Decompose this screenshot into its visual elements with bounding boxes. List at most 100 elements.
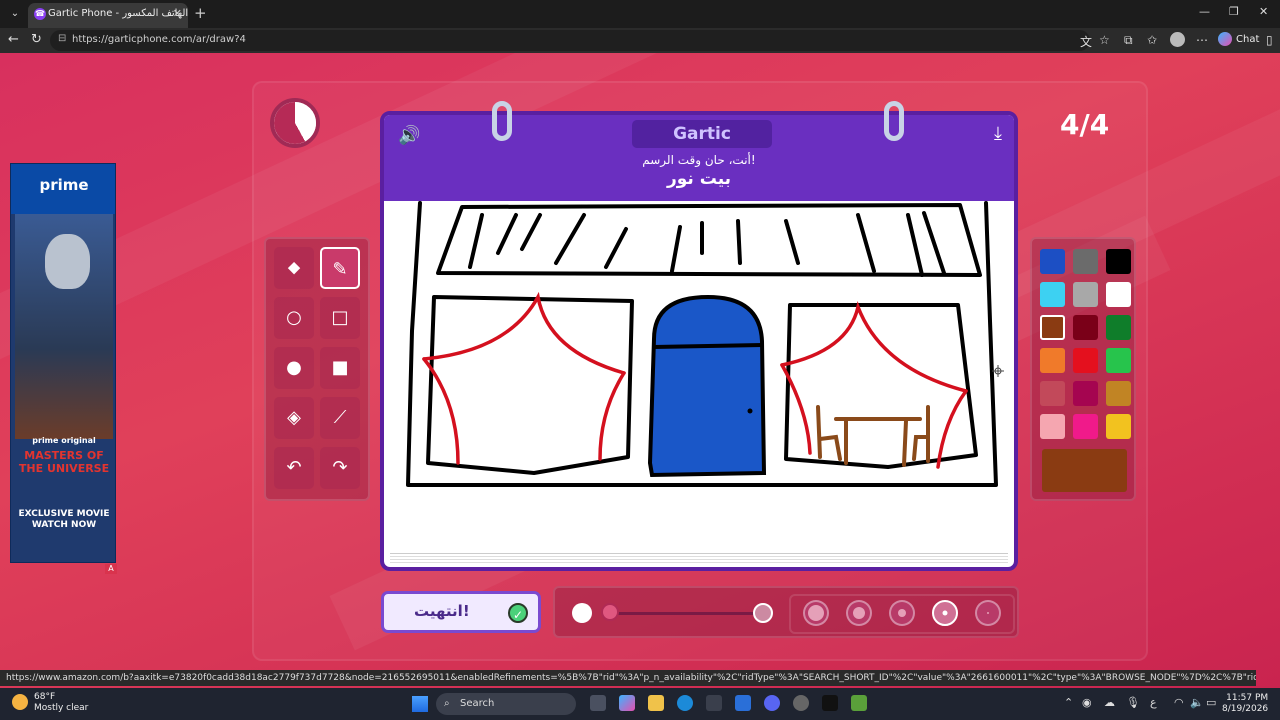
color-swatch[interactable] — [1040, 249, 1065, 274]
favorites-icon[interactable]: ✩ — [1147, 33, 1157, 47]
close-window-icon[interactable]: ✕ — [1259, 5, 1268, 18]
color-swatch[interactable] — [1040, 315, 1065, 340]
color-swatch[interactable] — [1040, 414, 1065, 439]
eraser-tool-icon[interactable]: ⬥ — [274, 247, 314, 289]
site-info-icon[interactable]: ⊟ — [58, 33, 66, 44]
store-icon[interactable] — [706, 695, 722, 711]
awning-stroke — [436, 203, 982, 277]
copilot-chat-button[interactable]: Chat — [1218, 32, 1259, 46]
tray-app-icon[interactable]: ◉ — [1082, 696, 1092, 709]
door-shape — [647, 294, 767, 478]
microphone-icon[interactable]: 🎙 — [1126, 696, 1140, 709]
fill-bucket-tool-icon[interactable]: ◈ — [274, 397, 314, 439]
color-swatch[interactable] — [1106, 414, 1131, 439]
download-icon[interactable]: ⤓ — [994, 123, 1002, 144]
ad-choices-badge[interactable]: A — [105, 564, 117, 574]
color-swatch[interactable] — [1040, 282, 1065, 307]
translate-icon[interactable]: 文 — [1080, 33, 1092, 50]
opacity-full-dot — [753, 603, 773, 623]
circle-filled-tool-icon[interactable]: ● — [274, 347, 314, 389]
color-swatch[interactable] — [1073, 414, 1098, 439]
windows-taskbar: 68°F Mostly clear ⌕ Search ⌃ ◉ ☁ 🎙 ع ◠ 🔈… — [0, 688, 1280, 720]
url-field[interactable]: ⊟ https://garticphone.com/ar/draw?4 — [50, 30, 1090, 51]
taskbar-search[interactable]: ⌕ Search — [436, 693, 576, 715]
system-clock[interactable]: 11:57 PM 8/19/2026 — [1222, 693, 1268, 715]
color-swatch[interactable] — [1106, 249, 1131, 274]
tray-chevron-icon[interactable]: ⌃ — [1064, 696, 1073, 709]
profile-avatar[interactable] — [1170, 32, 1185, 47]
color-swatch[interactable] — [1106, 282, 1131, 307]
maximize-icon[interactable]: ❐ — [1229, 5, 1239, 18]
undo-icon[interactable]: ↶ — [274, 447, 314, 489]
task-view-icon[interactable] — [590, 695, 606, 711]
volume-icon[interactable]: 🔊 — [398, 125, 420, 146]
extensions-icon[interactable]: ⧉ — [1124, 33, 1133, 48]
volume-tray-icon[interactable]: 🔈 — [1190, 696, 1204, 709]
refresh-icon[interactable]: ↻ — [31, 32, 42, 47]
edge-icon[interactable] — [677, 695, 693, 711]
done-button[interactable]: انتهيت! ✓ — [381, 591, 541, 633]
wifi-icon[interactable]: ◠ — [1174, 696, 1184, 709]
color-swatch[interactable] — [1040, 348, 1065, 373]
right-curtain-stroke — [780, 301, 968, 393]
left-curtain-stroke — [598, 371, 626, 461]
back-icon[interactable]: ← — [8, 32, 19, 47]
redo-icon[interactable]: ↷ — [320, 447, 360, 489]
capcut-icon[interactable] — [822, 695, 838, 711]
rectangle-filled-tool-icon[interactable]: ■ — [320, 347, 360, 389]
discord-icon[interactable] — [764, 695, 780, 711]
color-swatch[interactable] — [1106, 315, 1131, 340]
link-status-bar: https://www.amazon.com/b?aaxitk=e73820f0… — [0, 670, 1256, 686]
line-tool-icon[interactable]: ⟋ — [320, 397, 360, 439]
color-swatch[interactable] — [1106, 381, 1131, 406]
tab-actions-icon[interactable]: ⌄ — [6, 5, 24, 23]
tab-close-icon[interactable]: ✕ — [173, 3, 182, 25]
tab-gartic[interactable]: ☎ Gartic Phone - لعبة الهاتف المكسور ✕ — [28, 3, 188, 28]
color-swatch[interactable] — [1073, 315, 1098, 340]
battery-icon[interactable]: ▭ — [1206, 696, 1216, 709]
temperature: 68°F — [34, 692, 56, 702]
drawing-canvas[interactable] — [388, 201, 1010, 561]
minecraft-icon[interactable] — [851, 695, 867, 711]
more-menu-icon[interactable]: ⋯ — [1196, 33, 1208, 47]
brush-size-xs[interactable] — [975, 600, 1001, 626]
ad-cta[interactable]: EXCLUSIVE MOVIE WATCH NOW — [11, 509, 115, 531]
weather-widget[interactable]: 68°F Mostly clear — [12, 692, 88, 714]
brush-size-sm[interactable] — [932, 600, 958, 626]
brush-size-lg[interactable] — [846, 600, 872, 626]
brush-controls — [553, 586, 1019, 638]
gartic-logo: Gartic — [632, 120, 772, 148]
done-label: انتهيت! — [414, 602, 470, 620]
mail-icon[interactable] — [735, 695, 751, 711]
pencil-tool-icon[interactable]: ✎ — [320, 247, 360, 289]
color-swatch[interactable] — [1040, 381, 1065, 406]
language-icon[interactable]: ع — [1150, 696, 1157, 709]
copilot-taskbar-icon[interactable] — [619, 695, 635, 711]
brush-size-md[interactable] — [889, 600, 915, 626]
ad-artwork — [15, 214, 113, 439]
circle-outline-tool-icon[interactable]: ○ — [274, 297, 314, 339]
opacity-slider-track[interactable] — [605, 612, 765, 615]
minimize-icon[interactable]: — — [1199, 5, 1210, 18]
rectangle-outline-tool-icon[interactable]: □ — [320, 297, 360, 339]
color-swatch[interactable] — [1073, 381, 1098, 406]
color-swatch[interactable] — [1073, 348, 1098, 373]
opacity-slider-knob[interactable] — [601, 603, 619, 621]
brush-size-xl[interactable] — [803, 600, 829, 626]
check-icon: ✓ — [508, 603, 528, 623]
sidebar-icon[interactable]: ▯ — [1266, 33, 1273, 47]
notebook-ring — [884, 101, 904, 141]
favorite-star-icon[interactable]: ☆ — [1099, 33, 1110, 47]
weather-desc: Mostly clear — [34, 703, 89, 713]
color-swatch[interactable] — [1073, 282, 1098, 307]
color-swatch[interactable] — [1073, 249, 1098, 274]
color-swatch[interactable] — [1106, 348, 1131, 373]
selected-color-swatch — [1042, 449, 1127, 492]
onedrive-icon[interactable]: ☁ — [1104, 696, 1115, 709]
file-explorer-icon[interactable] — [648, 695, 664, 711]
start-icon[interactable] — [412, 696, 428, 712]
chrome-icon[interactable] — [793, 695, 809, 711]
prime-ad[interactable]: prime prime original MASTERS OF THE UNIV… — [10, 163, 116, 563]
left-curtain-stroke — [422, 291, 626, 375]
new-tab-icon[interactable]: + — [194, 4, 207, 22]
